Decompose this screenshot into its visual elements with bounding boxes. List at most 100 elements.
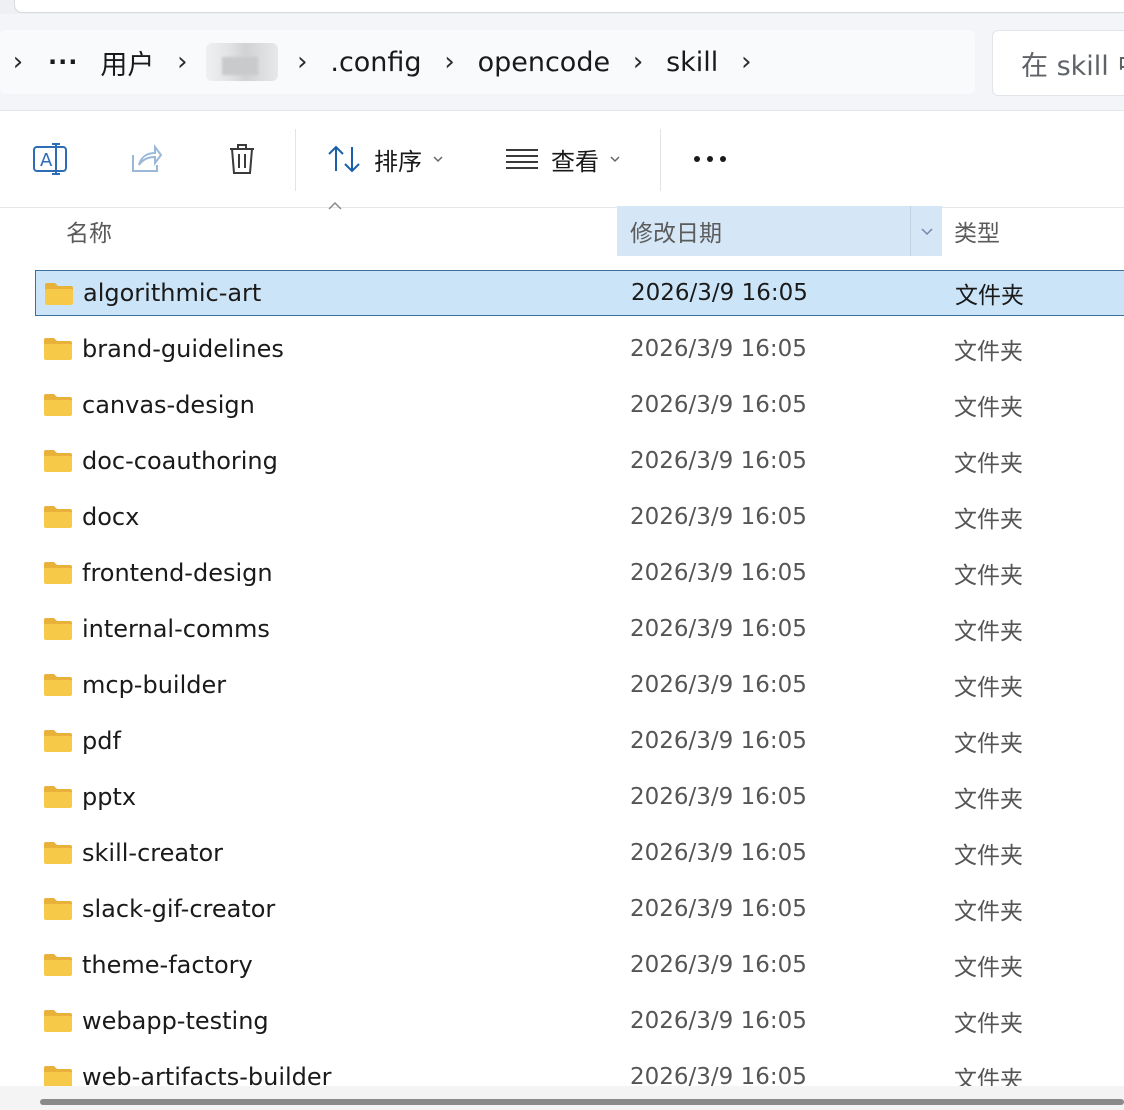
file-name: mcp-builder (82, 671, 227, 699)
file-modified-date: 2026/3/9 16:05 (630, 616, 807, 642)
file-modified-date: 2026/3/9 16:05 (630, 1064, 807, 1086)
file-modified-date: 2026/3/9 16:05 (630, 728, 807, 754)
file-row[interactable]: canvas-design 2026/3/9 16:05 文件夹 (35, 382, 1124, 428)
folder-icon (44, 898, 72, 920)
breadcrumb-item-users[interactable]: 用户 (90, 43, 164, 82)
file-row[interactable]: internal-comms 2026/3/9 16:05 文件夹 (35, 606, 1124, 652)
file-row[interactable]: brand-guidelines 2026/3/9 16:05 文件夹 (35, 326, 1124, 372)
sort-icon (328, 145, 360, 173)
file-modified-date: 2026/3/9 16:05 (631, 280, 808, 306)
file-list: algorithmic-art 2026/3/9 16:05 文件夹 brand-gu… (0, 266, 1124, 1086)
file-modified-date: 2026/3/9 16:05 (630, 560, 807, 586)
file-type: 文件夹 (954, 563, 1023, 589)
rename-icon: A (33, 143, 67, 175)
more-options-button[interactable] (690, 141, 730, 177)
file-name: pptx (82, 783, 137, 811)
column-header-name[interactable]: 名称 (66, 206, 606, 256)
breadcrumb-chevron-icon[interactable]: › (0, 47, 36, 77)
file-type: 文件夹 (954, 339, 1023, 365)
file-explorer-window: › ··· 用户 › › .config › opencode › skill … (0, 0, 1124, 1110)
toolbar-divider (660, 129, 661, 191)
view-button[interactable]: 查看 (505, 141, 621, 177)
file-type: 文件夹 (954, 395, 1023, 421)
breadcrumb-chevron-icon[interactable]: › (728, 47, 764, 77)
breadcrumb-chevron-icon[interactable]: › (164, 47, 200, 77)
folder-icon (44, 562, 72, 584)
folder-icon (44, 394, 72, 416)
folder-icon (44, 506, 72, 528)
column-modified-label: 修改日期 (630, 221, 722, 247)
file-row[interactable]: frontend-design 2026/3/9 16:05 文件夹 (35, 550, 1124, 596)
file-name: frontend-design (82, 559, 273, 587)
file-type: 文件夹 (955, 283, 1024, 309)
file-modified-date: 2026/3/9 16:05 (630, 784, 807, 810)
file-row[interactable]: mcp-builder 2026/3/9 16:05 文件夹 (35, 662, 1124, 708)
folder-icon (44, 1010, 72, 1032)
chevron-down-icon (610, 156, 620, 163)
breadcrumb-chevron-icon[interactable]: › (432, 47, 468, 77)
file-name: pdf (82, 727, 121, 755)
share-button[interactable] (126, 141, 166, 177)
column-type-label: 类型 (954, 221, 1000, 247)
column-header-modified[interactable]: 修改日期 (617, 206, 942, 256)
file-row[interactable]: pdf 2026/3/9 16:05 文件夹 (35, 718, 1124, 764)
file-type: 文件夹 (954, 899, 1023, 925)
horizontal-scrollbar[interactable] (0, 1086, 1124, 1110)
file-name: webapp-testing (82, 1007, 269, 1035)
file-modified-date: 2026/3/9 16:05 (630, 336, 807, 362)
file-row[interactable]: algorithmic-art 2026/3/9 16:05 文件夹 (35, 270, 1124, 316)
file-row[interactable]: webapp-testing 2026/3/9 16:05 文件夹 (35, 998, 1124, 1044)
trash-icon (230, 144, 254, 174)
column-filter-dropdown[interactable] (910, 206, 943, 256)
sort-label: 排序 (374, 147, 422, 176)
view-label: 查看 (551, 147, 599, 176)
window-top-edge (0, 0, 1124, 14)
column-header-row: 名称 修改日期 类型 (0, 201, 1124, 258)
folder-icon (44, 618, 72, 640)
file-row[interactable]: docx 2026/3/9 16:05 文件夹 (35, 494, 1124, 540)
sort-button[interactable]: 排序 (326, 141, 444, 177)
address-bar[interactable]: › ··· 用户 › › .config › opencode › skill … (0, 30, 975, 94)
file-modified-date: 2026/3/9 16:05 (630, 672, 807, 698)
file-type: 文件夹 (954, 955, 1023, 981)
delete-button[interactable] (222, 141, 262, 177)
file-type: 文件夹 (954, 1067, 1023, 1086)
file-row[interactable]: skill-creator 2026/3/9 16:05 文件夹 (35, 830, 1124, 876)
file-row[interactable]: doc-coauthoring 2026/3/9 16:05 文件夹 (35, 438, 1124, 484)
file-name: theme-factory (82, 951, 253, 979)
column-header-type[interactable]: 类型 (954, 206, 1124, 256)
breadcrumb-item-opencode[interactable]: opencode (468, 47, 621, 78)
file-type: 文件夹 (954, 787, 1023, 813)
file-row[interactable]: pptx 2026/3/9 16:05 文件夹 (35, 774, 1124, 820)
share-icon (132, 144, 163, 172)
breadcrumb-overflow[interactable]: ··· (36, 48, 90, 76)
file-type: 文件夹 (954, 619, 1023, 645)
breadcrumb-item-redacted-user[interactable] (206, 43, 279, 81)
navigation-row: › ··· 用户 › › .config › opencode › skill … (0, 14, 1124, 110)
search-input[interactable]: 在 skill 中 (992, 30, 1124, 96)
file-modified-date: 2026/3/9 16:05 (630, 392, 807, 418)
breadcrumb-chevron-icon[interactable]: › (620, 47, 656, 77)
breadcrumb-chevron-icon[interactable]: › (284, 47, 320, 77)
tab-edge (14, 0, 1124, 13)
breadcrumb-item-config[interactable]: .config (320, 47, 431, 78)
file-name: slack-gif-creator (82, 895, 276, 923)
scrollbar-thumb[interactable] (40, 1099, 1124, 1105)
folder-icon (44, 954, 72, 976)
breadcrumb-item-skill[interactable]: skill (656, 47, 728, 78)
file-type: 文件夹 (954, 451, 1023, 477)
command-bar: A 排序 查看 (0, 110, 1124, 208)
file-modified-date: 2026/3/9 16:05 (630, 504, 807, 530)
file-row[interactable]: slack-gif-creator 2026/3/9 16:05 文件夹 (35, 886, 1124, 932)
rename-button[interactable]: A (30, 141, 70, 177)
toolbar-divider (295, 129, 296, 191)
folder-icon (45, 283, 73, 305)
file-row[interactable]: theme-factory 2026/3/9 16:05 文件夹 (35, 942, 1124, 988)
file-modified-date: 2026/3/9 16:05 (630, 896, 807, 922)
folder-icon (44, 674, 72, 696)
file-row[interactable]: web-artifacts-builder 2026/3/9 16:05 文件夹 (35, 1054, 1124, 1086)
chevron-down-icon (433, 156, 443, 163)
column-name-label: 名称 (66, 221, 112, 247)
file-name: brand-guidelines (82, 335, 284, 363)
file-name: algorithmic-art (83, 279, 262, 307)
